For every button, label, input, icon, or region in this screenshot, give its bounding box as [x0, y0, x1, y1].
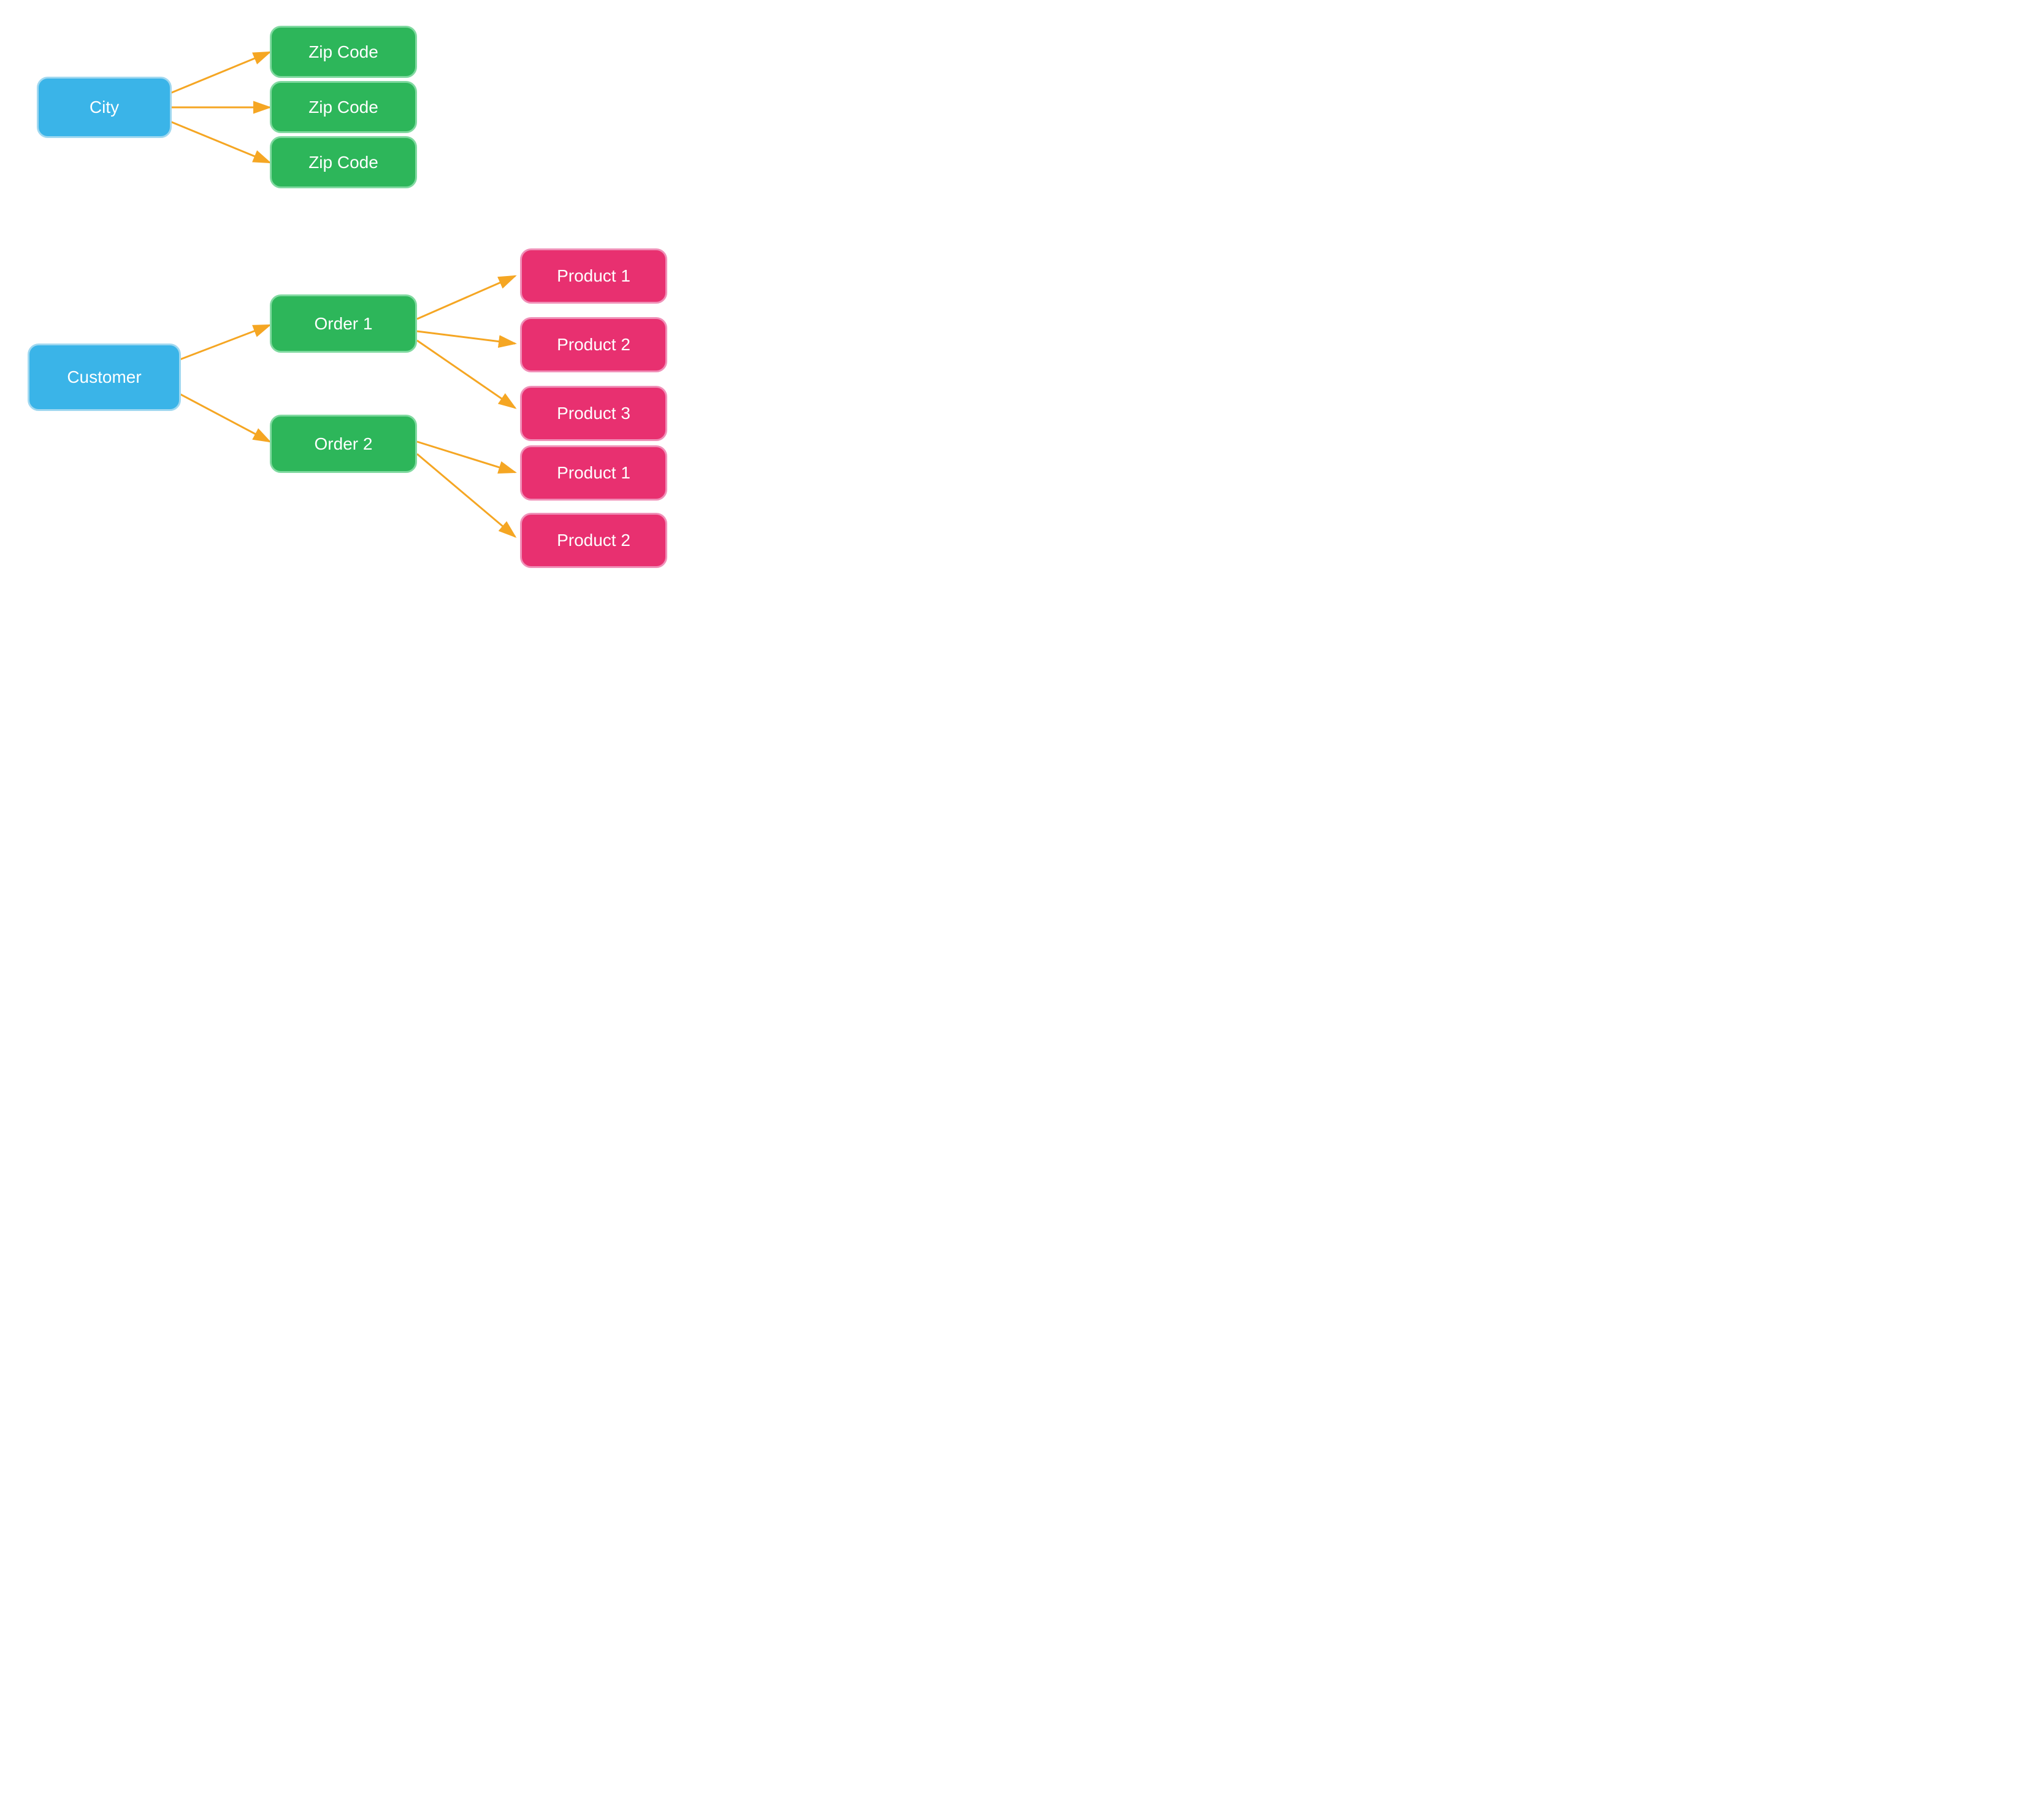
product1b-label: Product 1 [557, 463, 630, 483]
order1-label: Order 1 [315, 314, 373, 334]
diagram-container: City Zip Code Zip Code Zip Code Customer… [0, 0, 715, 626]
city-label: City [90, 98, 119, 117]
zipcode1-label: Zip Code [308, 42, 378, 62]
product2b-node: Product 2 [520, 513, 667, 568]
product2a-label: Product 2 [557, 335, 630, 355]
product3a-label: Product 3 [557, 404, 630, 423]
product3a-node: Product 3 [520, 386, 667, 441]
customer-node: Customer [28, 344, 181, 411]
product1a-label: Product 1 [557, 266, 630, 286]
city-node: City [37, 77, 172, 138]
zipcode2-label: Zip Code [308, 98, 378, 117]
order2-node: Order 2 [270, 415, 417, 473]
zipcode3-node: Zip Code [270, 136, 417, 188]
product1b-node: Product 1 [520, 445, 667, 501]
product2b-label: Product 2 [557, 531, 630, 550]
product2a-node: Product 2 [520, 317, 667, 372]
zipcode2-node: Zip Code [270, 81, 417, 133]
zipcode3-label: Zip Code [308, 153, 378, 172]
zipcode1-node: Zip Code [270, 26, 417, 78]
order1-node: Order 1 [270, 294, 417, 353]
order2-label: Order 2 [315, 434, 373, 454]
customer-label: Customer [67, 367, 141, 387]
product1a-node: Product 1 [520, 248, 667, 304]
